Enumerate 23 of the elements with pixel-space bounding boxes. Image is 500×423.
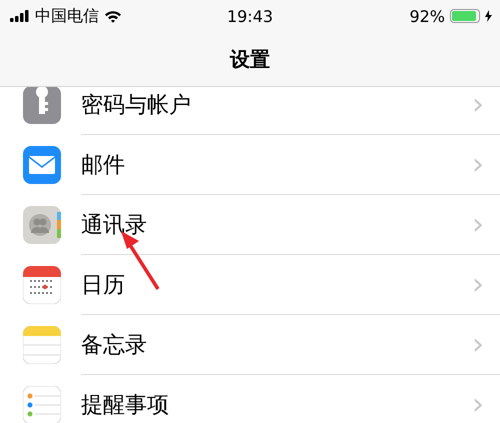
battery-icon xyxy=(450,9,480,23)
settings-item[interactable]: 备忘录 xyxy=(81,330,472,360)
wifi-icon xyxy=(104,10,122,22)
settings-item[interactable]: 通讯录 xyxy=(81,210,472,240)
settings-item[interactable]: 提醒事项 xyxy=(81,390,472,420)
calendar-icon xyxy=(23,266,61,304)
chevron-icon: › xyxy=(472,210,484,240)
carrier-name: 中国电信 xyxy=(35,6,99,26)
envelope-icon xyxy=(23,146,61,184)
settings-item[interactable]: 密码与帐户 xyxy=(81,90,472,120)
chevron-icon: › xyxy=(472,330,484,360)
signal-icon xyxy=(10,10,30,22)
clock-time: 19:43 xyxy=(226,6,274,26)
settings-item[interactable]: 邮件 xyxy=(81,150,472,180)
chevron-icon: › xyxy=(472,150,484,180)
chevron-icon: › xyxy=(472,270,484,300)
chevron-icon: › xyxy=(472,390,484,420)
chevron-icon: › xyxy=(472,90,484,120)
contacts-icon xyxy=(23,206,61,244)
notepad-icon xyxy=(23,326,61,364)
battery-percent: 92% xyxy=(409,6,445,26)
settings-item[interactable]: 日历 xyxy=(81,270,472,300)
page-title: 设置 xyxy=(230,46,270,72)
